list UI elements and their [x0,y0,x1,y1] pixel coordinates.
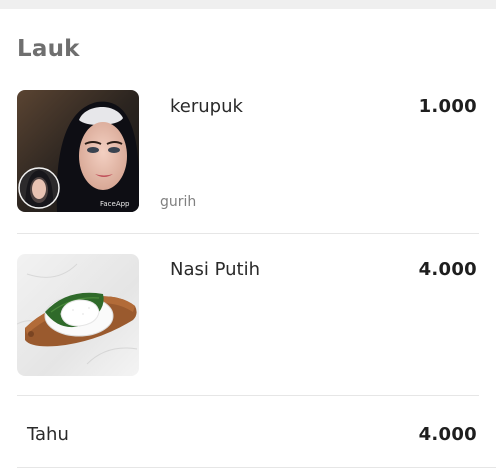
rice-photo [17,254,139,376]
item-name: Tahu [27,424,69,445]
divider [17,233,479,234]
item-name: kerupuk [170,96,243,117]
item-price: 4.000 [418,259,477,280]
item-price: 4.000 [418,424,477,445]
faceapp-watermark: FaceApp [100,200,130,208]
portrait-photo: FaceApp [17,90,139,212]
item-price: 1.000 [418,96,477,117]
item-name: Nasi Putih [170,259,261,280]
item-image-kerupuk: FaceApp [17,90,139,212]
menu-item-tahu[interactable]: Tahu 4.000 [0,396,496,468]
item-description: gurih [160,194,197,210]
menu-item-kerupuk[interactable]: FaceApp kerupuk 1.000 gurih [0,0,496,240]
item-image-nasi-putih [17,254,139,376]
divider [17,467,496,468]
menu-item-nasi-putih[interactable]: Nasi Putih 4.000 [0,240,496,395]
